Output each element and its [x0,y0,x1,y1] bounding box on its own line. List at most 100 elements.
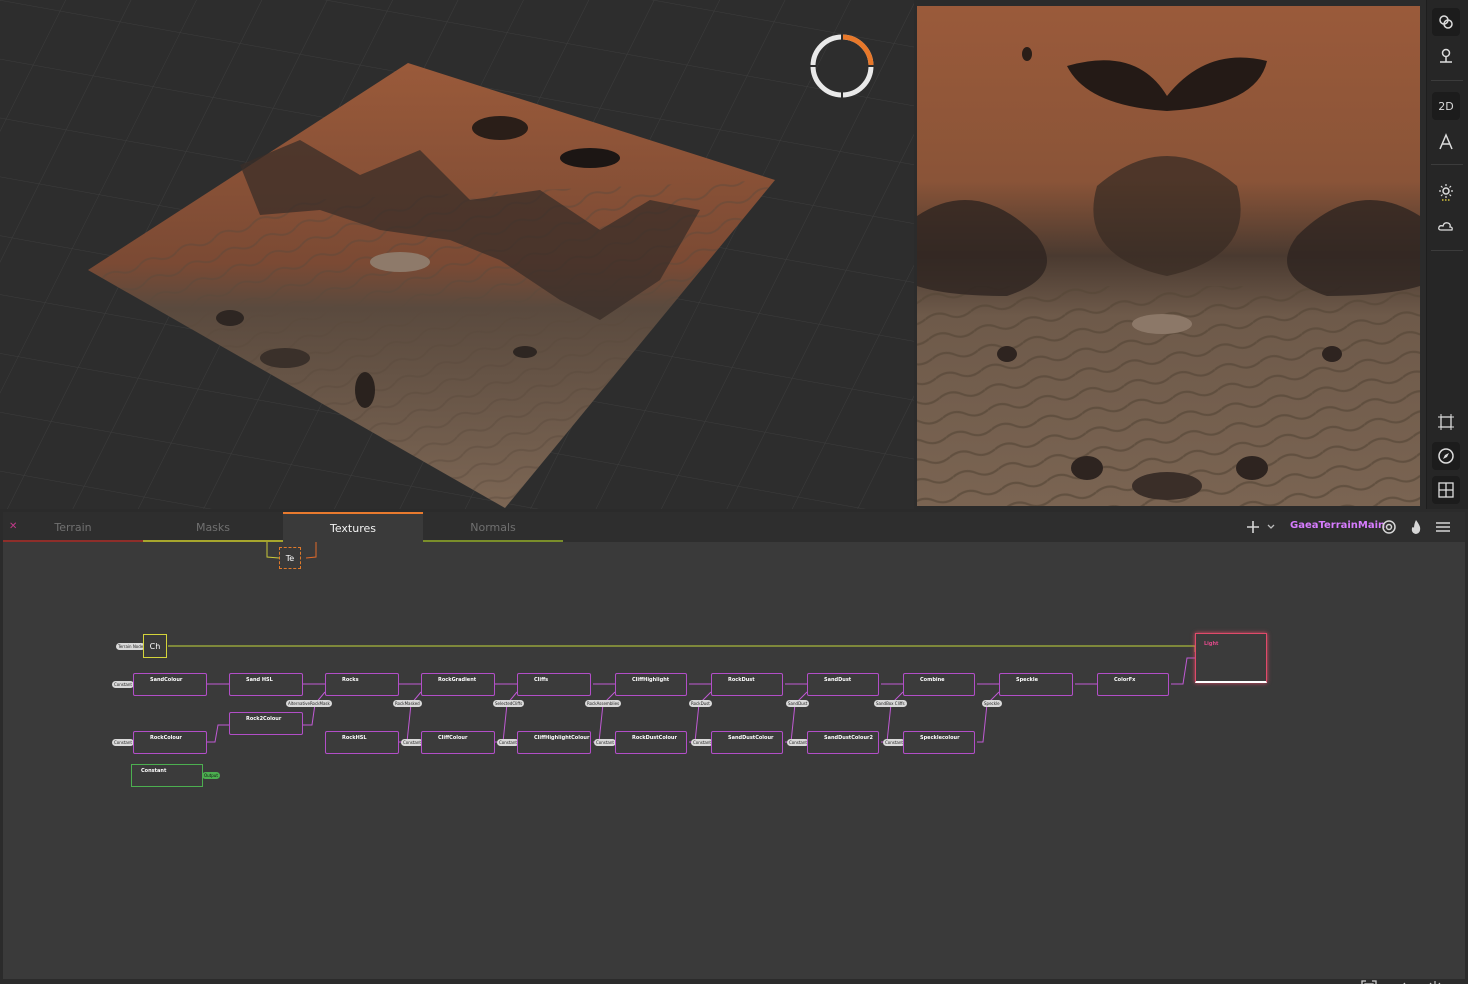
compass-icon[interactable] [1432,442,1460,470]
node-sand-hsl[interactable]: Sand HSL [229,673,303,696]
node-specklecolour[interactable]: Specklecolour [903,731,975,754]
node-rockcolour[interactable]: RockColour [133,731,207,754]
viewport-3d[interactable] [0,0,914,509]
menu-icon[interactable] [1434,518,1452,536]
node-title: RockColour [150,735,182,741]
node-title: Combine [920,677,945,683]
node-title: RockDust [728,677,755,683]
node-sanddustcolour[interactable]: SandDustColour [711,731,783,754]
toolbar-divider [1431,250,1463,251]
node-title: RockGradient [438,677,477,683]
node-title: SandDustColour2 [824,735,873,741]
sun-icon[interactable] [1432,178,1460,206]
node-title: RockDustColour [632,735,677,741]
mask-pill[interactable]: Speckle [982,700,1002,707]
input-pill[interactable]: Constant [112,739,134,746]
viewport-2d[interactable] [917,6,1420,506]
graph-name[interactable]: GaeaTerrainMain [1290,520,1385,531]
node-cliffcolour[interactable]: CliffColour [421,731,495,754]
node-light-output[interactable]: Light [1195,633,1267,683]
node-title: Specklecolour [920,735,960,741]
node-title: Rock2Colour [246,716,282,722]
node-sanddust[interactable]: SandDust [807,673,879,696]
grid-icon[interactable] [1432,476,1460,504]
input-pill[interactable]: Constant [883,739,905,746]
at-icon[interactable] [1380,518,1398,536]
node-title: SandColour [150,677,183,683]
node-graph-canvas[interactable]: Te Terrain Node Ch Constant SandColour S… [3,542,1465,984]
cloud-icon[interactable] [1432,212,1460,240]
viewport-2d-canvas [917,6,1420,506]
node-title: SandDustColour [728,735,774,741]
node-title: Sand HSL [246,677,273,683]
mask-pill[interactable]: SandBox Cliffs [874,700,907,707]
add-tab-icon[interactable] [1244,518,1262,536]
node-title: Cliffs [534,677,549,683]
frame-icon[interactable] [1432,408,1460,436]
mask-pill[interactable]: RockAssemblies [585,700,622,707]
chain-node[interactable]: Ch [143,634,167,658]
node-rock2colour[interactable]: Rock2Colour [229,712,303,735]
mask-pill[interactable]: RockMasked [393,700,422,707]
input-pill[interactable]: Terrain Node [116,643,146,650]
tab-textures[interactable]: Textures [283,512,423,542]
tab-masks[interactable]: Masks [143,512,283,542]
mask-pill[interactable]: SandDust [786,700,810,707]
node-title: SandDust [824,677,852,683]
mask-pill[interactable]: AlternativeRockMask [286,700,332,707]
layout-icon[interactable] [1425,978,1445,984]
tab-label: Normals [470,520,516,534]
mask-pill[interactable]: SelectedCliffs [493,700,525,707]
node-cliffs[interactable]: Cliffs [517,673,591,696]
input-pill[interactable]: Constant [787,739,809,746]
node-title: CliffColour [438,735,468,741]
node-label: Te [285,553,295,563]
tab-label: Textures [330,521,376,535]
input-pill[interactable]: Constant [497,739,519,746]
output-pill[interactable]: Output [202,772,220,779]
node-label: Ch [149,641,161,651]
node-cliffhighlight[interactable]: CliffHighlight [615,673,687,696]
graph-view-controls [1359,978,1449,984]
texture-node[interactable]: Te [279,547,301,569]
input-pill[interactable]: Constant [691,739,713,746]
node-title: Constant [141,768,167,774]
node-title: Rocks [342,677,359,683]
chevron-down-icon[interactable] [1265,518,1277,536]
mask-pill[interactable]: RockDust [689,700,712,707]
node-rockdust[interactable]: RockDust [711,673,783,696]
node-combine[interactable]: Combine [903,673,975,696]
input-pill[interactable]: Constant [401,739,423,746]
node-constant[interactable]: Constant [131,764,203,787]
node-rockdustcolour[interactable]: RockDustColour [615,731,687,754]
text-icon[interactable] [1432,128,1460,156]
gaea-app: 2D ✕ Terrain Masks Textures Normals Gaea… [0,0,1468,984]
input-pill[interactable]: Constant [112,681,134,688]
node-title: CliffHighlight [632,677,670,683]
tab-terrain[interactable]: Terrain [3,512,143,542]
tab-normals[interactable]: Normals [423,512,563,542]
node-rockhsl[interactable]: RockHSL [325,731,399,754]
tab-label: Masks [195,520,231,534]
refresh-icon[interactable] [1392,978,1412,984]
2d-button[interactable]: 2D [1432,92,1460,120]
node-title: CliffHighlightColour [534,735,590,741]
node-rocks[interactable]: Rocks [325,673,399,696]
graph-panel: ✕ Terrain Masks Textures Normals GaeaTer… [3,512,1465,984]
node-title: RockHSL [342,735,367,741]
node-sandcolour[interactable]: SandColour [133,673,207,696]
flame-icon[interactable] [1407,518,1425,536]
input-pill[interactable]: Constant [594,739,616,746]
fit-icon[interactable] [1359,978,1379,984]
node-sanddustcolour2[interactable]: SandDustColour2 [807,731,879,754]
tab-label: Terrain [54,520,92,534]
crater [560,148,620,168]
link-icon[interactable] [1432,8,1460,36]
pin-icon[interactable] [1432,42,1460,70]
node-colorfx[interactable]: ColorFx [1097,673,1169,696]
viewport-3d-canvas[interactable] [0,0,914,509]
node-rockgradient[interactable]: RockGradient [421,673,495,696]
node-cliffhighlightcolour[interactable]: CliffHighlightColour [517,731,591,754]
node-title: ColorFx [1114,677,1136,683]
node-speckle[interactable]: Speckle [999,673,1073,696]
